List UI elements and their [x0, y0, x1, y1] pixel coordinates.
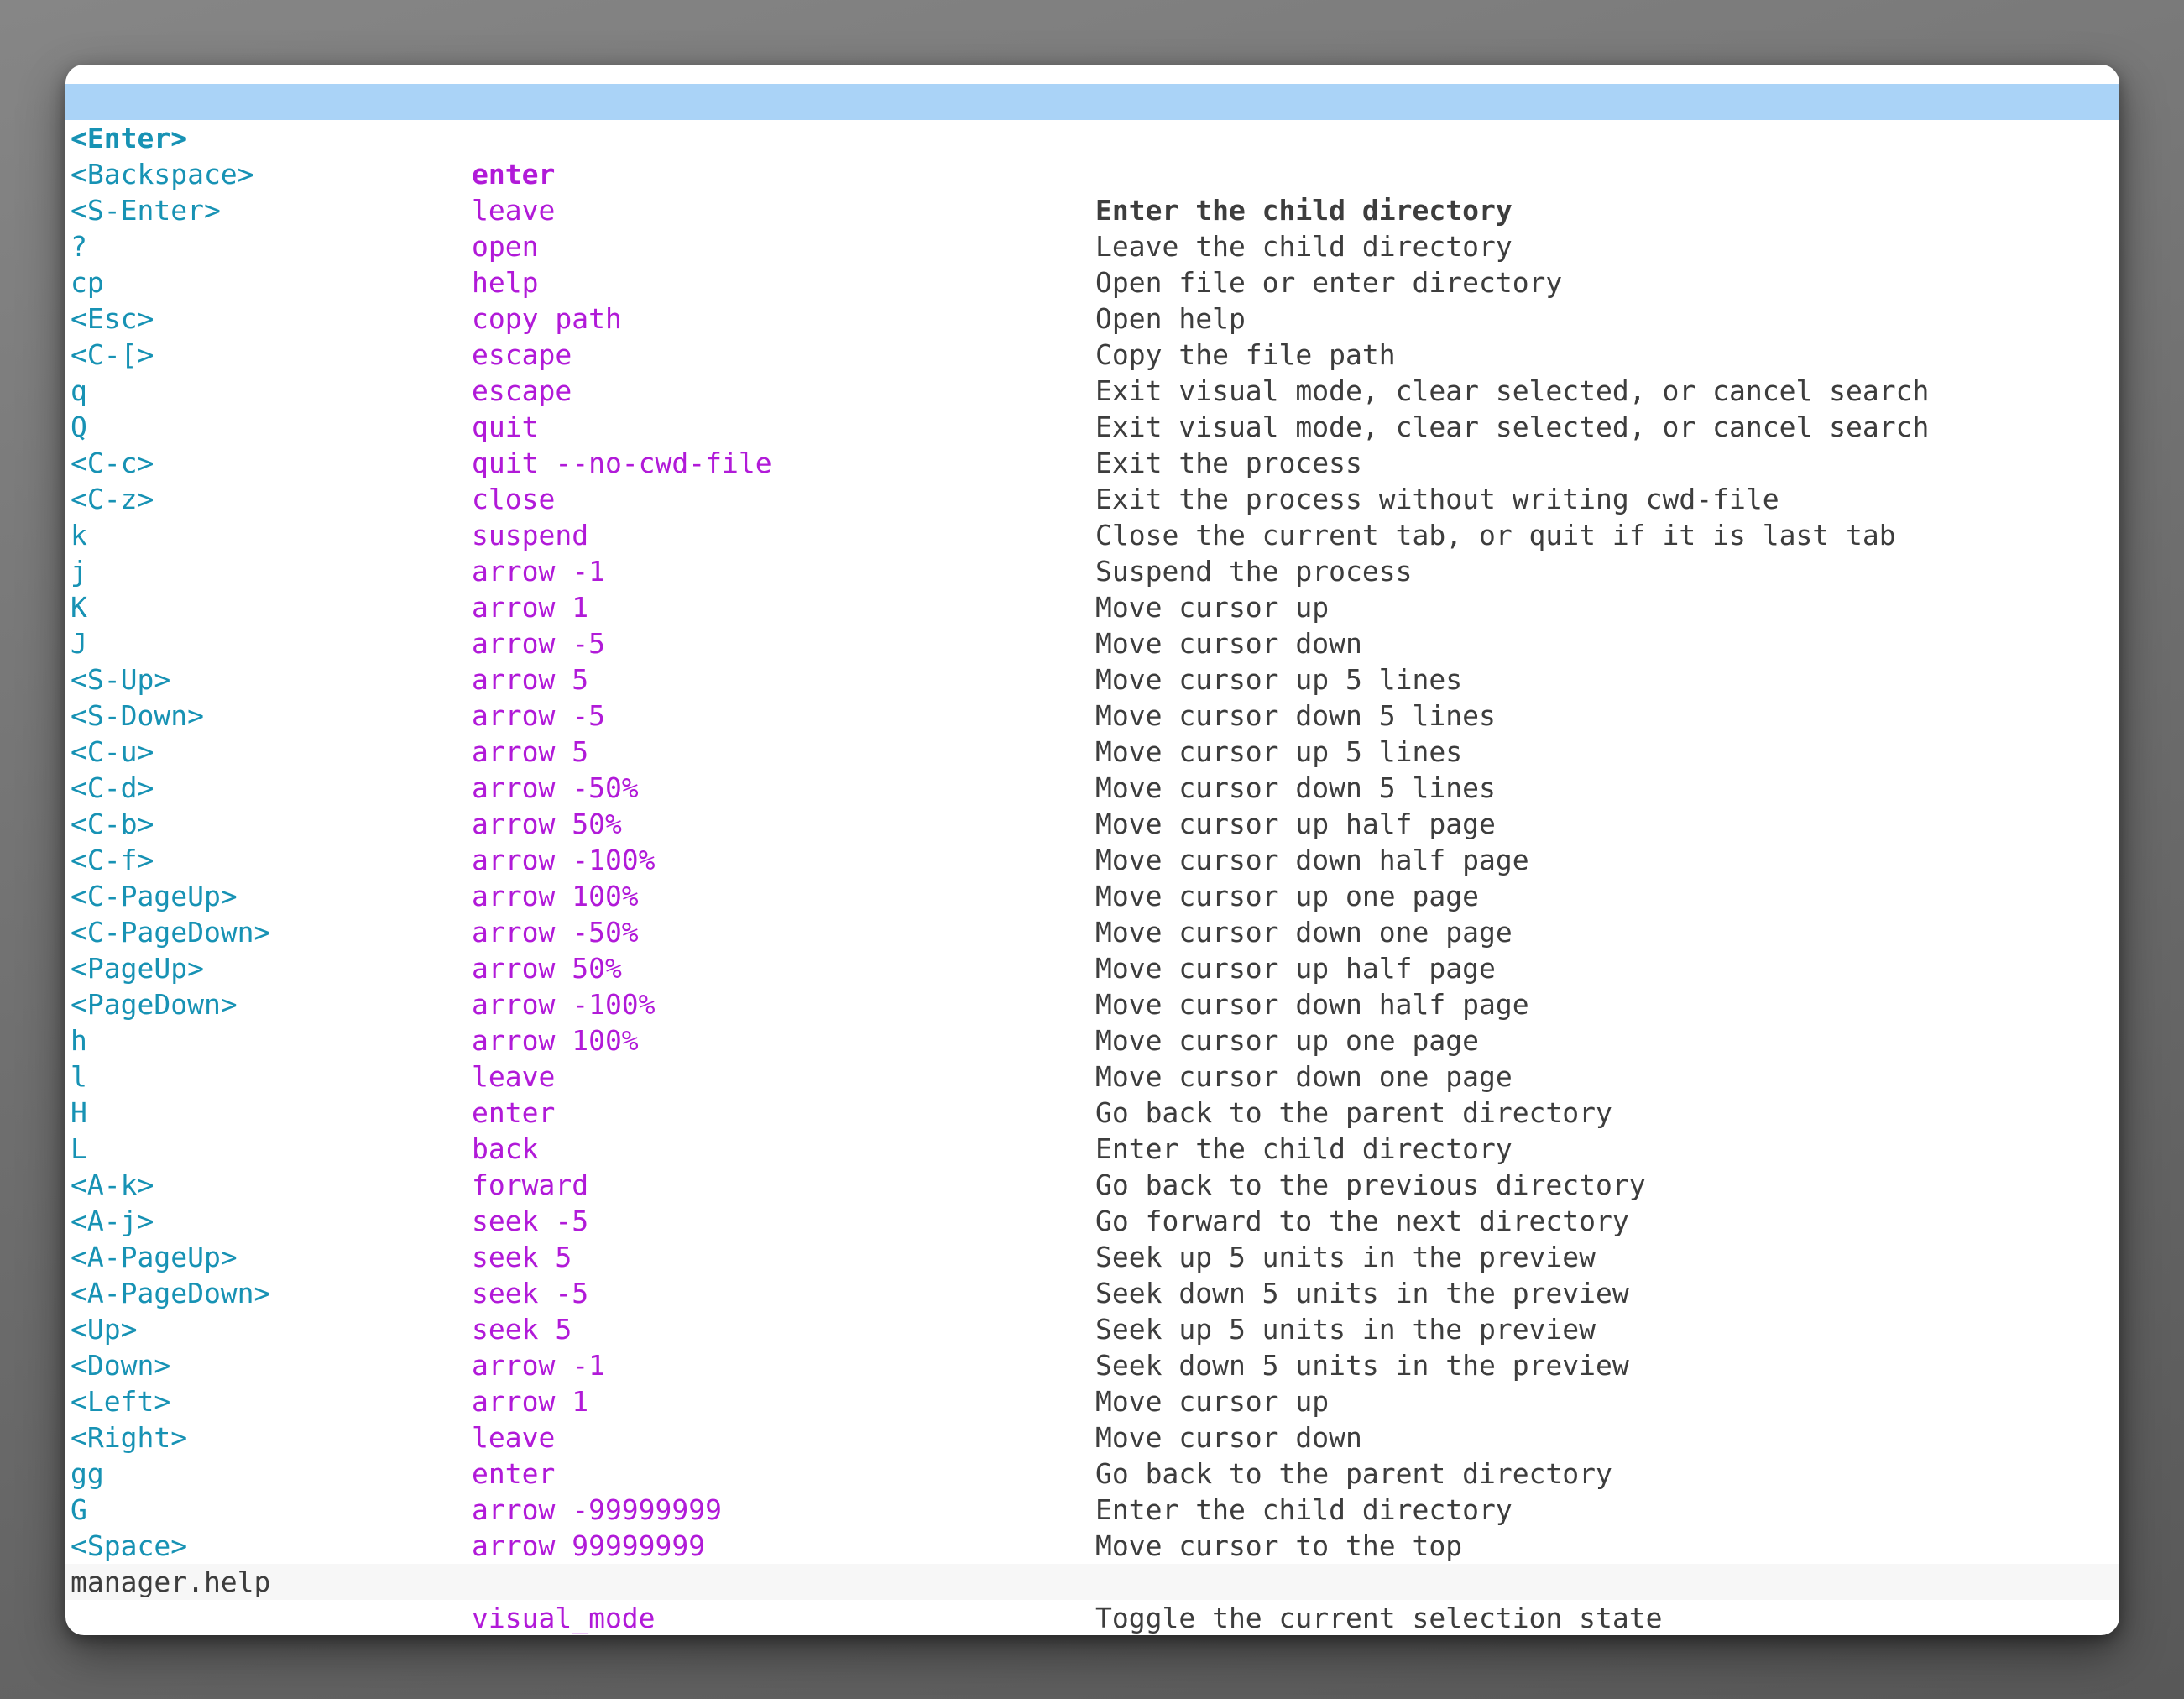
keybind-row[interactable]: <A-j> seek 5 Seek down 5 units in the pr… [65, 1167, 2119, 1203]
description-label: Toggle the current selection state [1095, 1600, 1663, 1635]
keybind-row[interactable]: j arrow 1 Move cursor down [65, 517, 2119, 553]
keybind-row[interactable]: L forward Go forward to the next directo… [65, 1095, 2119, 1131]
keybind-row[interactable]: <Esc> escape Exit visual mode, clear sel… [65, 264, 2119, 301]
keybind-row[interactable]: G arrow 99999999 Move cursor to the bott… [65, 1456, 2119, 1492]
keybind-row[interactable]: <C-PageDown> arrow 50% Move cursor down … [65, 878, 2119, 914]
keybind-row[interactable]: <Right> enter Enter the child directory [65, 1383, 2119, 1419]
keybind-row[interactable]: <PageUp> arrow -100% Move cursor up one … [65, 914, 2119, 950]
keybind-row[interactable]: <A-k> seek -5 Seek up 5 units in the pre… [65, 1131, 2119, 1167]
keybind-row[interactable]: gg arrow -99999999 Move cursor to the to… [65, 1419, 2119, 1456]
keybind-row[interactable]: K arrow -5 Move cursor up 5 lines [65, 553, 2119, 589]
keybind-row[interactable]: <Left> leave Go back to the parent direc… [65, 1347, 2119, 1383]
keybind-row[interactable]: <A-PageDown> seek 5 Seek down 5 units in… [65, 1239, 2119, 1275]
keybind-row[interactable]: <Backspace> leave Leave the child direct… [65, 120, 2119, 156]
keybind-row[interactable]: <Space> select --state=none; arrow 1 Tog… [65, 1492, 2119, 1528]
keybind-row[interactable]: <Up> arrow -1 Move cursor up [65, 1275, 2119, 1311]
keybind-row[interactable]: <PageDown> arrow 100% Move cursor down o… [65, 950, 2119, 986]
keybind-row[interactable]: ? help Open help [65, 192, 2119, 228]
keybind-row[interactable]: <C-u> arrow -50% Move cursor up half pag… [65, 698, 2119, 734]
keybind-row[interactable]: <S-Down> arrow 5 Move cursor down 5 line… [65, 661, 2119, 698]
keybind-row[interactable]: <C-PageUp> arrow -50% Move cursor up hal… [65, 842, 2119, 878]
keybind-row[interactable]: H back Go back to the previous directory [65, 1059, 2119, 1095]
command-label: visual_mode [472, 1600, 656, 1635]
keybind-row[interactable]: <Enter> enter Enter the child directory [65, 84, 2119, 120]
keybind-row[interactable]: <C-b> arrow -100% Move cursor up one pag… [65, 770, 2119, 806]
keybind-row[interactable]: <C-f> arrow 100% Move cursor down one pa… [65, 806, 2119, 842]
keybind-row[interactable]: Q quit --no-cwd-file Exit the process wi… [65, 373, 2119, 409]
keybind-row[interactable]: h leave Go back to the parent directory [65, 986, 2119, 1022]
keybind-row[interactable]: <S-Enter> open Open file or enter direct… [65, 156, 2119, 192]
keybind-row[interactable]: <S-Up> arrow -5 Move cursor up 5 lines [65, 625, 2119, 661]
keybind-row[interactable]: J arrow 5 Move cursor down 5 lines [65, 589, 2119, 625]
keybind-row[interactable]: cp copy path Copy the file path [65, 228, 2119, 264]
keybinding-list: <Enter> enter Enter the child directory … [65, 84, 2119, 1564]
keybind-row[interactable]: <Down> arrow 1 Move cursor down [65, 1311, 2119, 1347]
keybind-row[interactable]: q quit Exit the process [65, 337, 2119, 373]
keybind-row[interactable]: <C-[> escape Exit visual mode, clear sel… [65, 301, 2119, 337]
keybind-row[interactable]: <C-z> suspend Suspend the process [65, 445, 2119, 481]
keybind-row[interactable]: <A-PageUp> seek -5 Seek up 5 units in th… [65, 1203, 2119, 1239]
keybind-row[interactable]: v visual_mode Enter visual mode (selecti… [65, 1528, 2119, 1564]
keybind-row[interactable]: l enter Enter the child directory [65, 1022, 2119, 1059]
keybind-row[interactable]: <C-c> close Close the current tab, or qu… [65, 409, 2119, 445]
help-window: <Enter> enter Enter the child directory … [65, 65, 2119, 1635]
keybind-row[interactable]: k arrow -1 Move cursor up [65, 481, 2119, 517]
status-bar: manager.help [65, 1564, 2119, 1600]
keybind-row[interactable]: <C-d> arrow 50% Move cursor down half pa… [65, 734, 2119, 770]
